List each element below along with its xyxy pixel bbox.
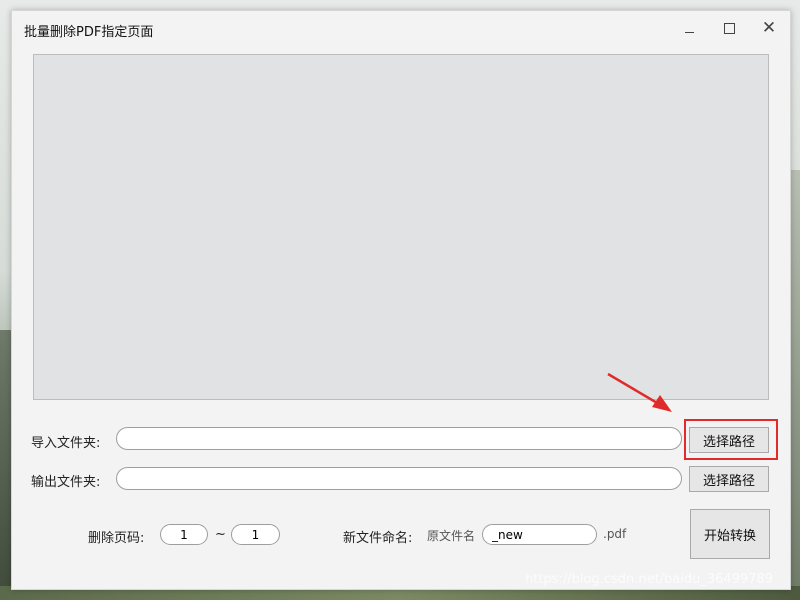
window-title: 批量删除PDF指定页面 xyxy=(24,25,154,40)
start-convert-label: 开始转换 xyxy=(703,528,756,544)
import-select-path-label: 选择路径 xyxy=(702,434,755,450)
annotation-arrow-head xyxy=(652,395,672,412)
start-convert-button[interactable]: 开始转换 xyxy=(690,509,770,559)
minimize-button[interactable] xyxy=(674,17,704,39)
app-window: 批量删除PDF指定页面 ✕ 导入文件夹: 选择路径 输出文件夹: 选择路径 删除… xyxy=(11,10,791,590)
close-icon: ✕ xyxy=(761,18,777,38)
annotation-arrow xyxy=(607,372,672,412)
rename-suffix-input[interactable] xyxy=(482,524,597,545)
rename-prefix: 原文件名 xyxy=(427,529,476,543)
export-select-path-button[interactable]: 选择路径 xyxy=(689,466,769,492)
close-button[interactable]: ✕ xyxy=(754,17,784,39)
minimize-icon xyxy=(684,31,694,33)
page-to-input[interactable] xyxy=(231,524,280,545)
export-folder-input[interactable] xyxy=(116,467,682,490)
rename-label: 新文件命名: xyxy=(343,531,413,546)
import-folder-input[interactable] xyxy=(116,427,682,450)
page-range-separator: ~ xyxy=(215,527,226,542)
export-select-path-label: 选择路径 xyxy=(702,473,755,489)
import-select-path-button[interactable]: 选择路径 xyxy=(689,427,769,453)
maximize-button[interactable] xyxy=(714,17,744,39)
maximize-icon xyxy=(723,22,735,34)
preview-area xyxy=(33,54,769,400)
page-range-label: 删除页码: xyxy=(88,531,145,546)
rename-extension: .pdf xyxy=(603,527,627,541)
import-folder-label: 导入文件夹: xyxy=(31,436,101,451)
watermark: https://blog.csdn.net/baidu_36499789 xyxy=(525,572,774,587)
page-from-input[interactable] xyxy=(160,524,208,545)
export-folder-label: 输出文件夹: xyxy=(31,475,101,490)
